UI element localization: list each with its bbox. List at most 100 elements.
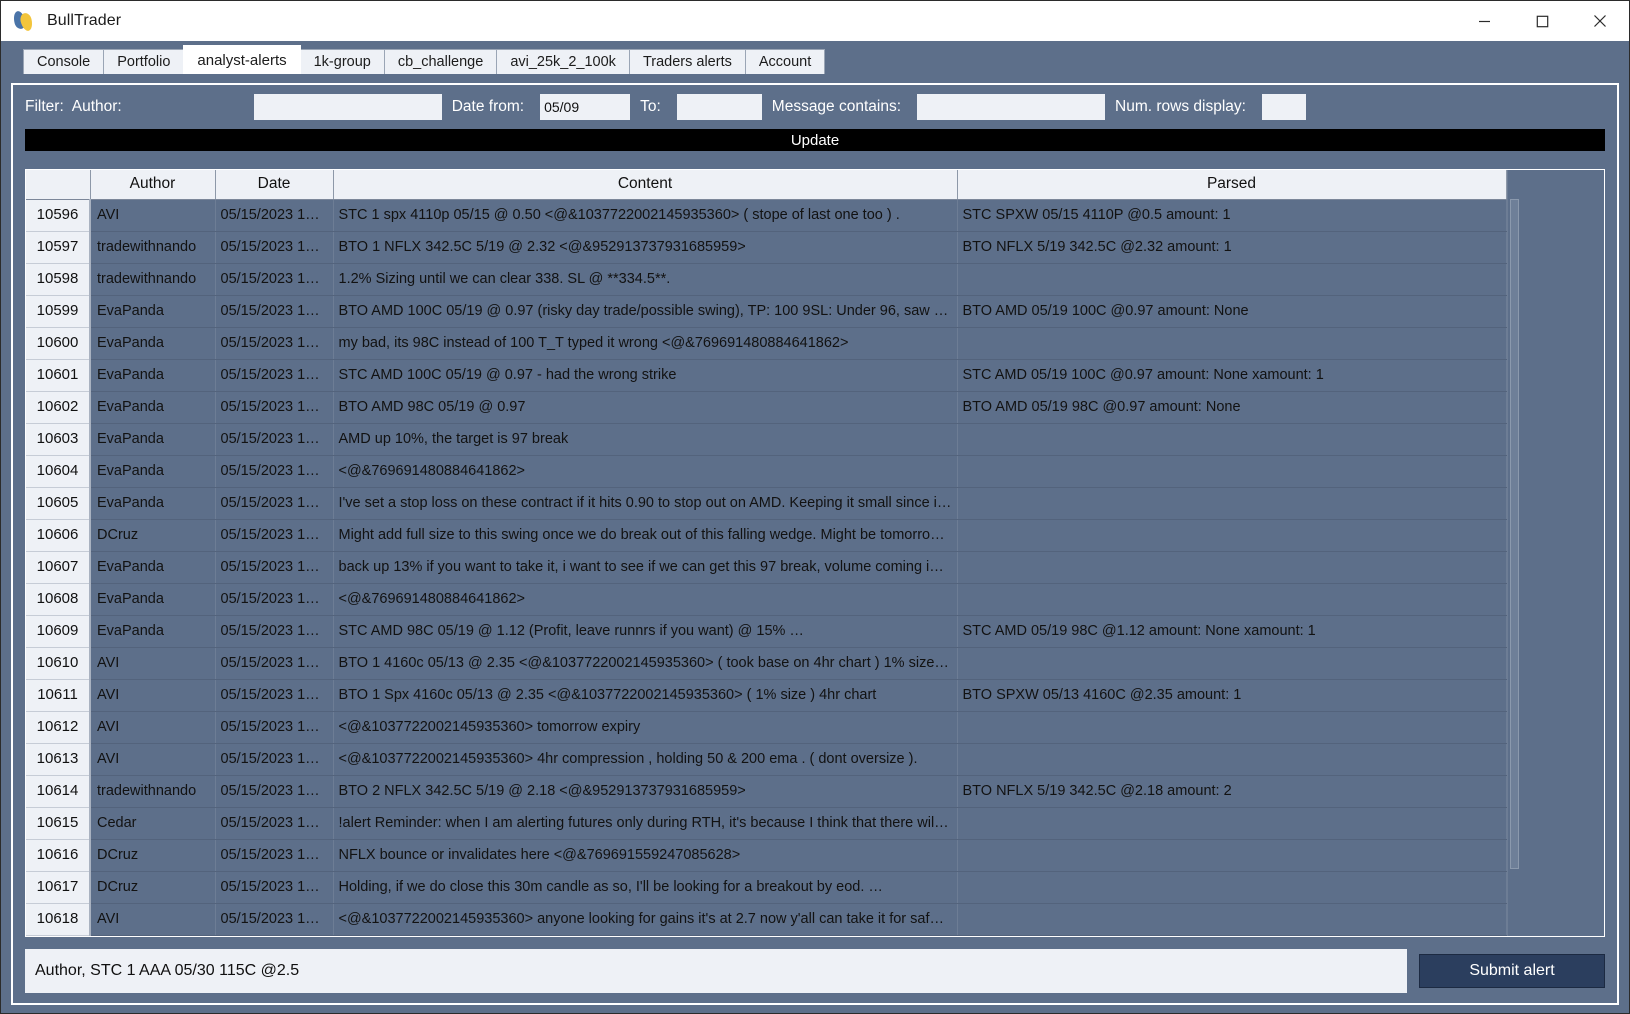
row-date-cell[interactable]: 05/15/2023 14:56 [215,487,334,520]
row-date-cell[interactable]: 05/15/2023 15:41 [215,807,334,840]
row-date-cell[interactable]: 05/15/2023 14:44 [215,455,334,488]
maximize-icon[interactable] [1513,1,1571,41]
message-contains-input[interactable] [917,94,1106,120]
row-author-cell[interactable]: tradewithnando [90,263,216,296]
tab-1k-group[interactable]: 1k-group [299,49,385,74]
row-id-cell[interactable]: 10611 [26,679,91,712]
row-id-cell[interactable]: 10615 [26,807,91,840]
row-content-cell[interactable]: 1.2% Sizing until we can clear 338. SL @… [333,263,958,296]
row-parsed-cell[interactable] [957,455,1507,488]
row-id-cell[interactable]: 10613 [26,743,91,776]
row-parsed-cell[interactable] [957,263,1507,296]
vertical-scrollbar[interactable] [1506,170,1521,936]
row-parsed-cell[interactable]: STC SPXW 05/15 4110P @0.5 amount: 1 [957,199,1507,232]
row-content-cell[interactable]: !alert Reminder: when I am alerting futu… [333,807,958,840]
row-content-cell[interactable]: BTO AMD 98C 05/19 @ 0.97 [333,391,958,424]
row-content-cell[interactable]: NFLX bounce or invalidates here <@&76969… [333,839,958,872]
column-header-parsed[interactable]: Parsed [957,170,1507,200]
row-author-cell[interactable]: EvaPanda [90,295,216,328]
row-id-cell[interactable]: 10609 [26,615,91,648]
row-date-cell[interactable]: 05/15/2023 14:30 [215,391,334,424]
row-parsed-cell[interactable]: STC AMD 05/19 98C @1.12 amount: None xam… [957,615,1507,648]
row-author-cell[interactable]: tradewithnando [90,775,216,808]
row-date-cell[interactable]: 05/15/2023 15:52 [215,871,334,904]
table-row[interactable]: 10608 EvaPanda 05/15/2023 15:15 <@&76969148… [26,583,1507,616]
num-rows-input[interactable] [1261,94,1306,120]
row-parsed-cell[interactable] [957,743,1507,776]
table-row[interactable]: 10604 EvaPanda 05/15/2023 14:44 <@&76969148… [26,455,1507,488]
row-date-cell[interactable]: 05/15/2023 15:49 [215,839,334,872]
row-author-cell[interactable]: EvaPanda [90,455,216,488]
tab-analyst-alerts[interactable]: analyst-alerts [183,45,301,74]
row-id-cell[interactable]: 10618 [26,903,91,936]
table-row[interactable]: 10616 DCruz 05/15/2023 15:49 NFLX bounce or… [26,839,1507,872]
table-row[interactable]: 10599 EvaPanda 05/15/2023 14:27 BTO AMD 100… [26,295,1507,328]
row-date-cell[interactable]: 05/15/2023 13:57 [215,199,334,232]
table-row[interactable]: 10613 AVI 05/15/2023 15:28 <@&1037722002145… [26,743,1507,776]
row-parsed-cell[interactable] [957,423,1507,456]
table-row[interactable]: 10615 Cedar 05/15/2023 15:41 !alert Reminde… [26,807,1507,840]
row-id-cell[interactable]: 10603 [26,423,91,456]
row-parsed-cell[interactable] [957,647,1507,680]
row-date-cell[interactable]: 05/15/2023 15:25 [215,679,334,712]
table-row[interactable]: 10612 AVI 05/15/2023 15:26 <@&1037722002145… [26,711,1507,744]
tab-account[interactable]: Account [744,49,826,74]
table-row[interactable]: 10598 tradewithnando 05/15/2023 14:23 1.2% … [26,263,1507,296]
row-id-cell[interactable]: 10597 [26,231,91,264]
row-author-cell[interactable]: AVI [90,711,216,744]
row-content-cell[interactable]: STC 1 spx 4110p 05/15 @ 0.50 <@&10377220… [333,199,958,232]
close-icon[interactable] [1571,1,1629,41]
row-author-cell[interactable]: EvaPanda [90,327,216,360]
row-parsed-cell[interactable] [957,583,1507,616]
row-content-cell[interactable]: my bad, its 98C instead of 100 T_T typed… [333,327,958,360]
row-id-cell[interactable]: 10606 [26,519,91,552]
row-id-cell[interactable]: 10598 [26,263,91,296]
row-author-cell[interactable]: DCruz [90,839,216,872]
row-author-cell[interactable]: EvaPanda [90,359,216,392]
table-row[interactable]: 10600 EvaPanda 05/15/2023 14:29 my bad, its… [26,327,1507,360]
table-row[interactable]: 10609 EvaPanda 05/15/2023 15:22 STC AMD 98C… [26,615,1507,648]
row-content-cell[interactable]: BTO 1 4160c 05/13 @ 2.35 <@&103772200214… [333,647,958,680]
row-content-cell[interactable]: Holding, if we do close this 30m candle … [333,871,958,904]
tab-traders-alerts[interactable]: Traders alerts [628,49,746,74]
row-date-cell[interactable]: 05/15/2023 15:22 [215,615,334,648]
row-parsed-cell[interactable]: STC AMD 05/19 100C @0.97 amount: None xa… [957,359,1507,392]
row-content-cell[interactable]: Might add full size to this swing once w… [333,519,958,552]
row-author-cell[interactable]: AVI [90,199,216,232]
tab-cb-challenge[interactable]: cb_challenge [383,49,498,74]
date-from-input[interactable] [540,94,631,120]
row-author-cell[interactable]: AVI [90,743,216,776]
row-content-cell[interactable]: STC AMD 98C 05/19 @ 1.12 (Profit, leave … [333,615,958,648]
row-author-cell[interactable]: EvaPanda [90,615,216,648]
row-date-cell[interactable]: 05/15/2023 15:05 [215,519,334,552]
column-header-content[interactable]: Content [333,170,958,200]
row-parsed-cell[interactable]: BTO AMD 05/19 98C @0.97 amount: None [957,391,1507,424]
table-row[interactable]: 10614 tradewithnando 05/15/2023 15:36 BTO 2… [26,775,1507,808]
row-content-cell[interactable]: STC AMD 100C 05/19 @ 0.97 - had the wron… [333,359,958,392]
row-date-cell[interactable]: 05/15/2023 15:15 [215,583,334,616]
row-author-cell[interactable]: EvaPanda [90,487,216,520]
row-parsed-cell[interactable] [957,903,1507,936]
tab-console[interactable]: Console [23,49,105,74]
tab-avi-25k-2-100k[interactable]: avi_25k_2_100k [496,49,630,74]
row-content-cell[interactable]: <@&1037722002145935360> 4hr compression … [333,743,958,776]
row-date-cell[interactable]: 05/15/2023 15:25 [215,647,334,680]
row-content-cell[interactable]: back up 13% if you want to take it, i wa… [333,551,958,584]
table-row[interactable]: 10618 AVI 05/15/2023 16:08 <@&1037722002145… [26,903,1507,936]
row-author-cell[interactable]: tradewithnando [90,231,216,264]
update-button[interactable]: Update [25,129,1605,151]
row-content-cell[interactable]: AMD up 10%, the target is 97 break [333,423,958,456]
table-row[interactable]: 10603 EvaPanda 05/15/2023 14:44 AMD up 10%,… [26,423,1507,456]
row-id-cell[interactable]: 10607 [26,551,91,584]
row-id-cell[interactable]: 10610 [26,647,91,680]
row-date-cell[interactable]: 05/15/2023 14:27 [215,295,334,328]
row-date-cell[interactable]: 05/15/2023 15:15 [215,551,334,584]
row-author-cell[interactable]: DCruz [90,519,216,552]
row-date-cell[interactable]: 05/15/2023 15:26 [215,711,334,744]
table-row[interactable]: 10607 EvaPanda 05/15/2023 15:15 back up 13%… [26,551,1507,584]
minimize-icon[interactable] [1455,1,1513,41]
row-id-cell[interactable]: 10608 [26,583,91,616]
table-row[interactable]: 10605 EvaPanda 05/15/2023 14:56 I've set a … [26,487,1507,520]
row-author-cell[interactable]: EvaPanda [90,391,216,424]
column-header-date[interactable]: Date [215,170,334,200]
